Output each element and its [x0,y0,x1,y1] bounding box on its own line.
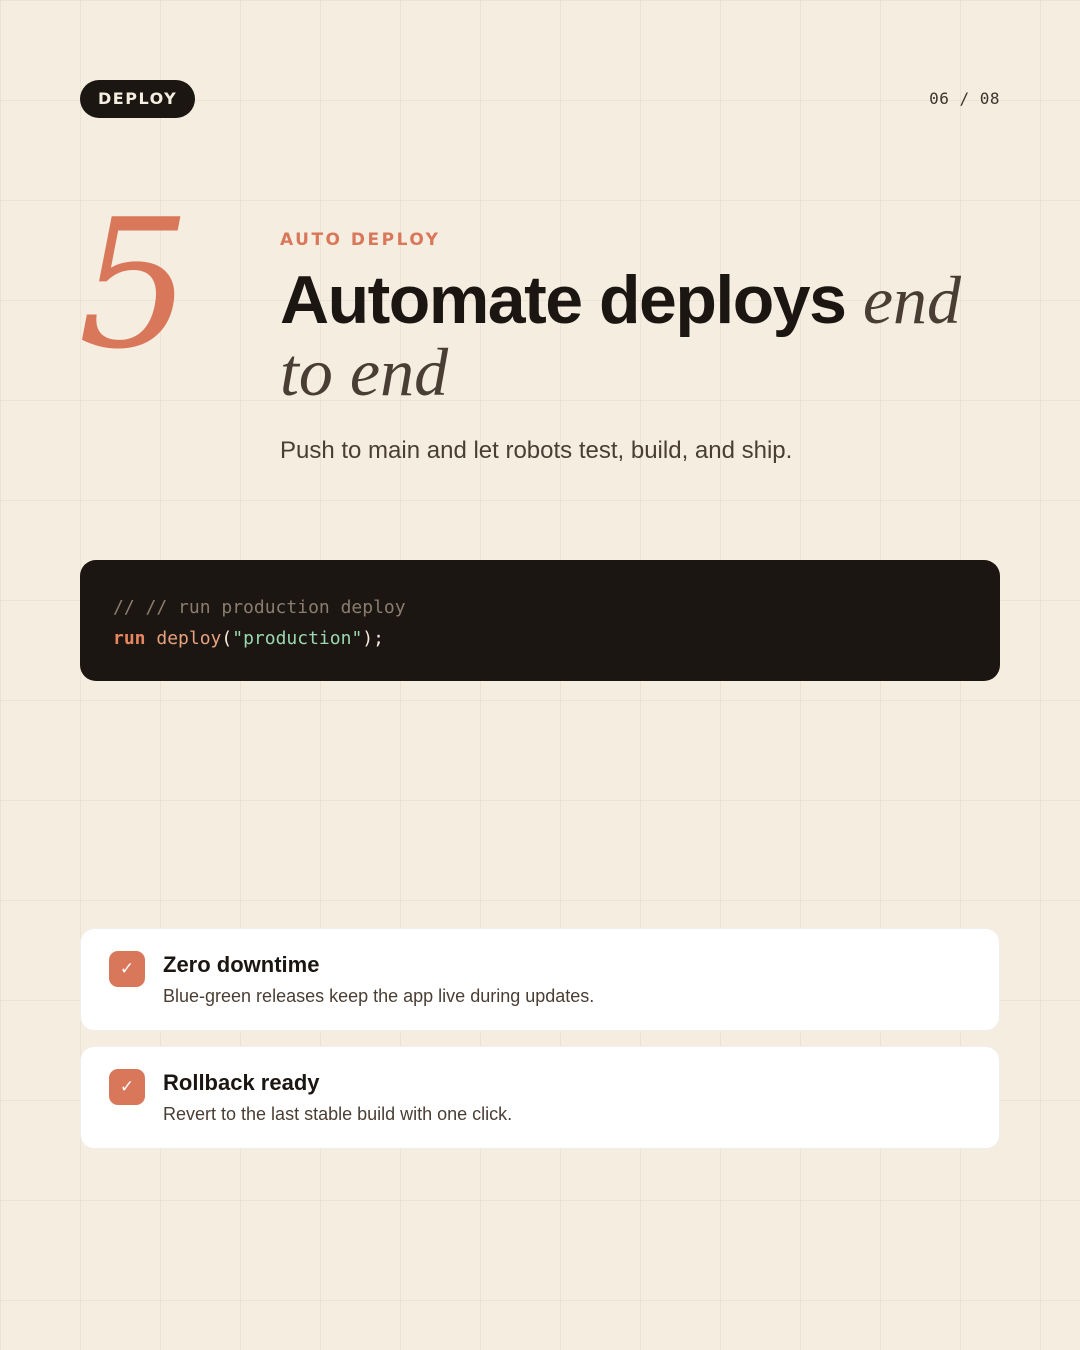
check-icon: ✓ [109,1069,145,1105]
page-counter: 06 / 08 [929,89,1000,108]
code-keyword: run [113,628,146,649]
code-statement: run deploy("production"); [113,623,967,654]
title-main: Automate deploys [280,262,847,338]
feature-description: Revert to the last stable build with one… [163,1104,513,1124]
feature-card: ✓ Rollback ready Revert to the last stab… [80,1046,1000,1149]
step-number: 5 [78,181,192,388]
code-open-paren: ( [221,628,233,649]
code-snippet: // // run production deploy run deploy("… [80,560,1000,681]
code-close: ); [362,628,384,649]
check-icon: ✓ [109,951,145,987]
eyebrow-label: AUTO DEPLOY [280,230,441,250]
feature-card: ✓ Zero downtime Blue-green releases keep… [80,928,1000,1031]
feature-description: Blue-green releases keep the app live du… [163,986,595,1006]
page-subtitle: Push to main and let robots test, build,… [280,437,793,464]
code-function: deploy [156,628,222,649]
section-badge: DEPLOY [80,80,196,118]
page-title: Automate deploys end to end [280,264,1000,408]
step-content: AUTO DEPLOY Automate deploys end to end … [280,230,1000,466]
code-comment: // // run production deploy [113,597,406,618]
feature-title: Zero downtime [163,952,320,977]
feature-title: Rollback ready [163,1070,320,1095]
feature-list: ✓ Zero downtime Blue-green releases keep… [80,928,1000,1164]
code-string: "production" [232,628,363,649]
